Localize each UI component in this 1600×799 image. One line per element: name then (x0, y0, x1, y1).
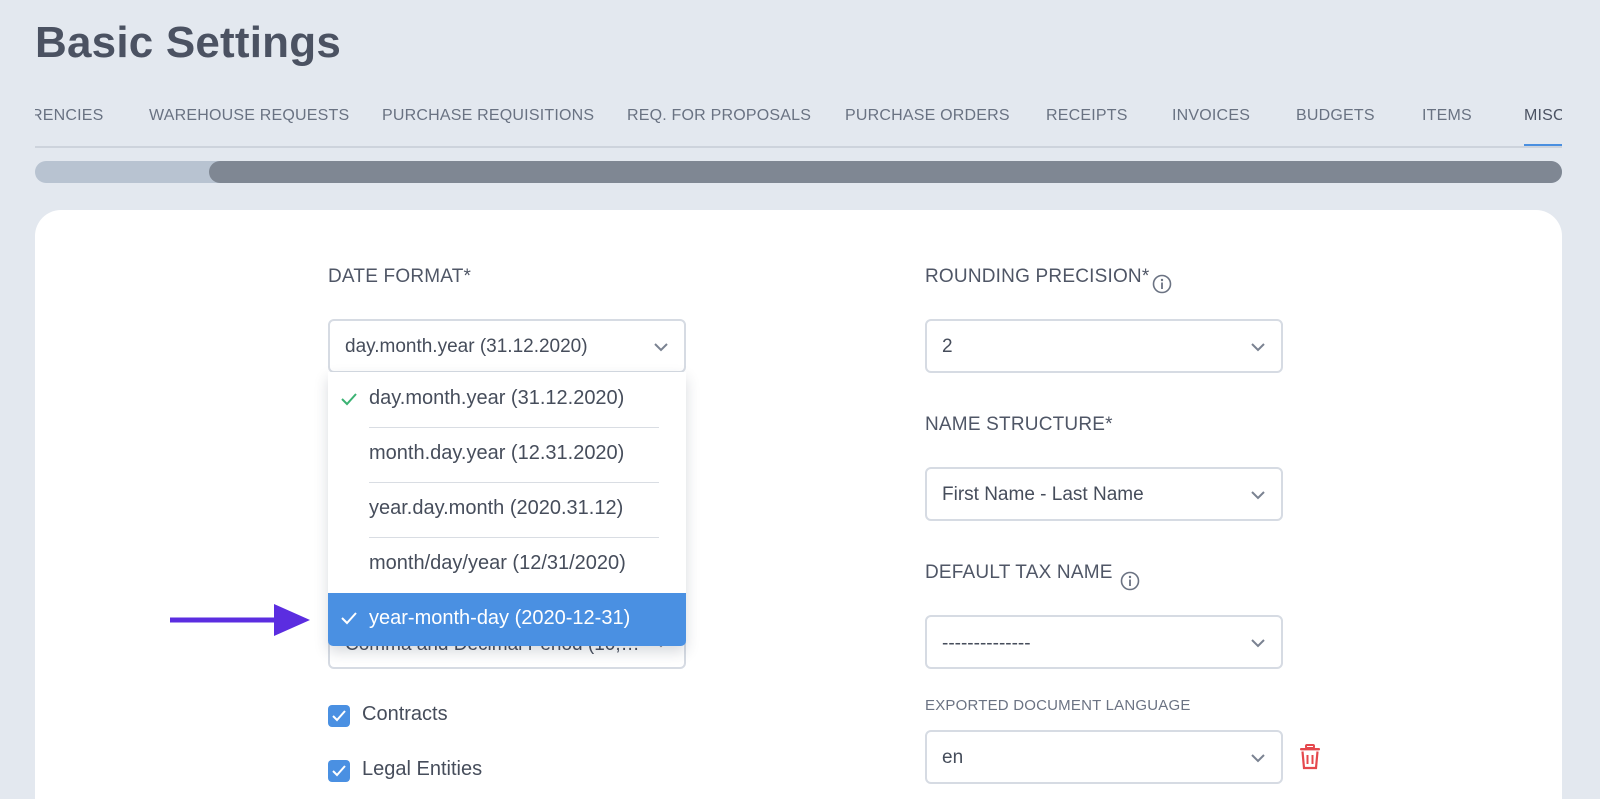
tab-receipts[interactable]: RECEIPTS (1046, 107, 1128, 125)
tab-misc[interactable]: MISC (1524, 107, 1562, 125)
tab-req-for-proposals[interactable]: REQ. FOR PROPOSALS (627, 107, 811, 125)
tab-bar: RENCIES WAREHOUSE REQUESTS PURCHASE REQU… (35, 100, 1562, 148)
page-title: Basic Settings (35, 18, 342, 67)
tab-warehouse-requests[interactable]: WAREHOUSE REQUESTS (149, 107, 349, 125)
checkbox-checked[interactable] (328, 760, 350, 782)
trash-icon[interactable] (1298, 744, 1322, 770)
tab-purchase-orders[interactable]: PURCHASE ORDERS (845, 107, 1010, 125)
option-label: year-month-day (2020-12-31) (369, 607, 631, 629)
tab-purchase-requisitions[interactable]: PURCHASE REQUISITIONS (382, 107, 594, 125)
chevron-down-icon (1251, 639, 1265, 648)
pointer-arrow-icon (170, 604, 310, 636)
tab-budgets[interactable]: BUDGETS (1296, 107, 1375, 125)
settings-card (35, 210, 1562, 799)
date-format-value: day.month.year (31.12.2020) (345, 336, 588, 357)
date-format-option-highlighted[interactable]: year-month-day (2020-12-31) (328, 593, 686, 646)
check-icon (341, 393, 357, 406)
option-label: year.day.month (2020.31.12) (369, 497, 624, 519)
date-format-option[interactable]: day.month.year (31.12.2020) (328, 372, 686, 428)
check-icon (341, 612, 357, 625)
exported-language-select[interactable]: en (925, 730, 1283, 784)
rounding-precision-select[interactable]: 2 (925, 319, 1283, 373)
date-format-dropdown: day.month.year (31.12.2020) month.day.ye… (328, 372, 686, 646)
name-structure-value: First Name - Last Name (942, 484, 1144, 505)
tab-items[interactable]: ITEMS (1422, 107, 1472, 125)
chevron-down-icon (1251, 343, 1265, 352)
option-label: day.month.year (31.12.2020) (369, 387, 625, 409)
chevron-down-icon (1251, 491, 1265, 500)
date-format-option[interactable]: month/day/year (12/31/2020) (328, 537, 686, 593)
name-structure-select[interactable]: First Name - Last Name (925, 467, 1283, 521)
name-structure-label: NAME STRUCTURE* (925, 414, 1113, 435)
tabs-scrollbar[interactable] (35, 161, 1562, 183)
chevron-down-icon (1251, 754, 1265, 763)
chevron-down-icon (654, 343, 668, 352)
exported-language-label: EXPORTED DOCUMENT LANGUAGE (925, 697, 1191, 714)
tab-currencies[interactable]: RENCIES (35, 107, 104, 125)
rounding-precision-value: 2 (942, 336, 953, 357)
date-format-option[interactable]: month.day.year (12.31.2020) (328, 427, 686, 483)
tabs-scrollbar-thumb[interactable] (209, 161, 1562, 183)
option-label: month/day/year (12/31/2020) (369, 552, 626, 574)
check-icon (332, 710, 346, 722)
date-format-select[interactable]: day.month.year (31.12.2020) (328, 319, 686, 373)
exported-language-value: en (942, 747, 964, 768)
checkbox-label: Legal Entities (362, 758, 483, 780)
option-label: month.day.year (12.31.2020) (369, 442, 625, 464)
date-format-option[interactable]: year.day.month (2020.31.12) (328, 482, 686, 538)
info-icon[interactable] (1152, 274, 1172, 294)
rounding-precision-label: ROUNDING PRECISION* (925, 266, 1150, 287)
checkbox-label: Contracts (362, 703, 448, 725)
tab-invoices[interactable]: INVOICES (1172, 107, 1250, 125)
checkbox-checked[interactable] (328, 705, 350, 727)
info-icon[interactable] (1120, 571, 1140, 591)
check-icon (332, 765, 346, 777)
default-tax-name-value: -------------- (942, 633, 1031, 654)
default-tax-name-select[interactable]: -------------- (925, 615, 1283, 669)
default-tax-name-label: DEFAULT TAX NAME (925, 562, 1113, 583)
active-tab-indicator (1524, 144, 1562, 146)
date-format-label: DATE FORMAT* (328, 266, 472, 287)
